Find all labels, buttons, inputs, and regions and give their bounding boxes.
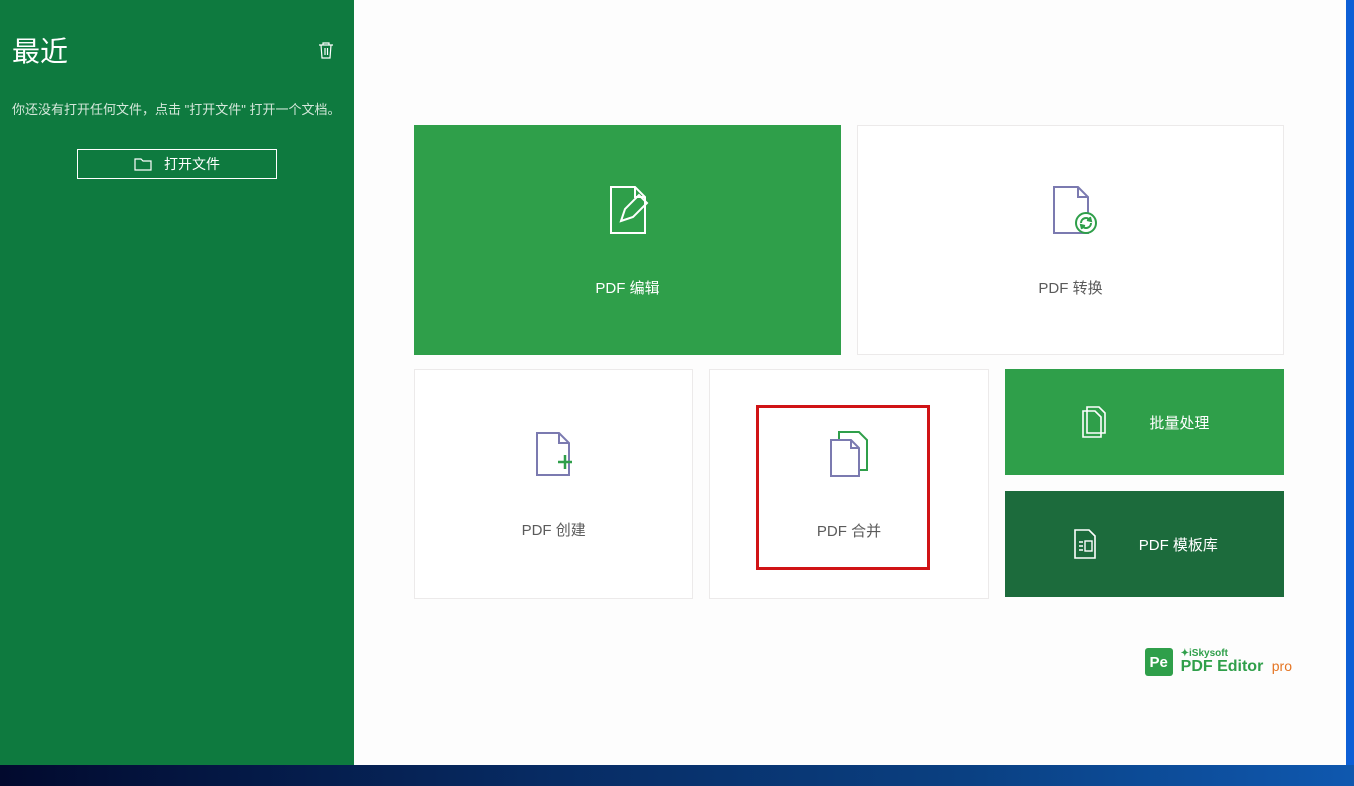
sidebar-header: 最近 (12, 30, 342, 70)
card-label: PDF 编辑 (595, 277, 659, 298)
card-batch-process[interactable]: 批量处理 (1005, 369, 1284, 475)
product-logo: Pe ✦iSkysoft PDF Editor pro (1145, 648, 1292, 676)
open-file-button[interactable]: 打开文件 (77, 149, 277, 179)
recent-title: 最近 (12, 30, 68, 70)
logo-main: PDF Editor (1181, 658, 1264, 675)
card-pdf-create[interactable]: PDF 创建 (414, 369, 693, 599)
merge-document-icon (823, 428, 875, 480)
batch-icon (1079, 405, 1109, 439)
card-pdf-edit[interactable]: PDF 编辑 (414, 125, 841, 355)
logo-text: ✦iSkysoft PDF Editor pro (1181, 649, 1292, 675)
app-window: 最近 你还没有打开任何文件，点击 "打开文件" 打开一个文档。 打开文件 (0, 0, 1354, 786)
trash-icon (317, 40, 335, 60)
main-area: PDF 编辑 PDF 转换 (354, 0, 1354, 786)
card-pdf-templates[interactable]: PDF 模板库 (1005, 491, 1284, 597)
card-grid: PDF 编辑 PDF 转换 (414, 125, 1284, 599)
card-label: PDF 模板库 (1139, 534, 1218, 555)
card-pdf-merge[interactable]: PDF 合并 (709, 369, 988, 599)
card-label: PDF 创建 (522, 519, 586, 540)
recent-empty-description: 你还没有打开任何文件，点击 "打开文件" 打开一个文档。 (12, 100, 342, 121)
template-icon (1071, 528, 1099, 560)
convert-document-icon (1044, 183, 1098, 237)
card-pdf-convert[interactable]: PDF 转换 (857, 125, 1284, 355)
card-label: 批量处理 (1149, 412, 1209, 433)
sidebar: 最近 你还没有打开任何文件，点击 "打开文件" 打开一个文档。 打开文件 (0, 0, 354, 765)
grid-row-1: PDF 编辑 PDF 转换 (414, 125, 1284, 355)
logo-suffix: pro (1272, 658, 1292, 674)
grid-row-2: PDF 创建 PDF 合并 (414, 369, 1284, 599)
card-label: PDF 合并 (817, 520, 881, 541)
logo-badge: Pe (1145, 648, 1173, 676)
folder-icon (134, 157, 152, 171)
clear-recent-button[interactable] (310, 34, 342, 66)
create-document-icon (529, 429, 579, 479)
taskbar-strip (0, 765, 1354, 786)
side-column: 批量处理 PDF 模板库 (1005, 369, 1284, 599)
card-label: PDF 转换 (1038, 277, 1102, 298)
open-file-label: 打开文件 (164, 154, 220, 174)
edit-document-icon (601, 183, 655, 237)
